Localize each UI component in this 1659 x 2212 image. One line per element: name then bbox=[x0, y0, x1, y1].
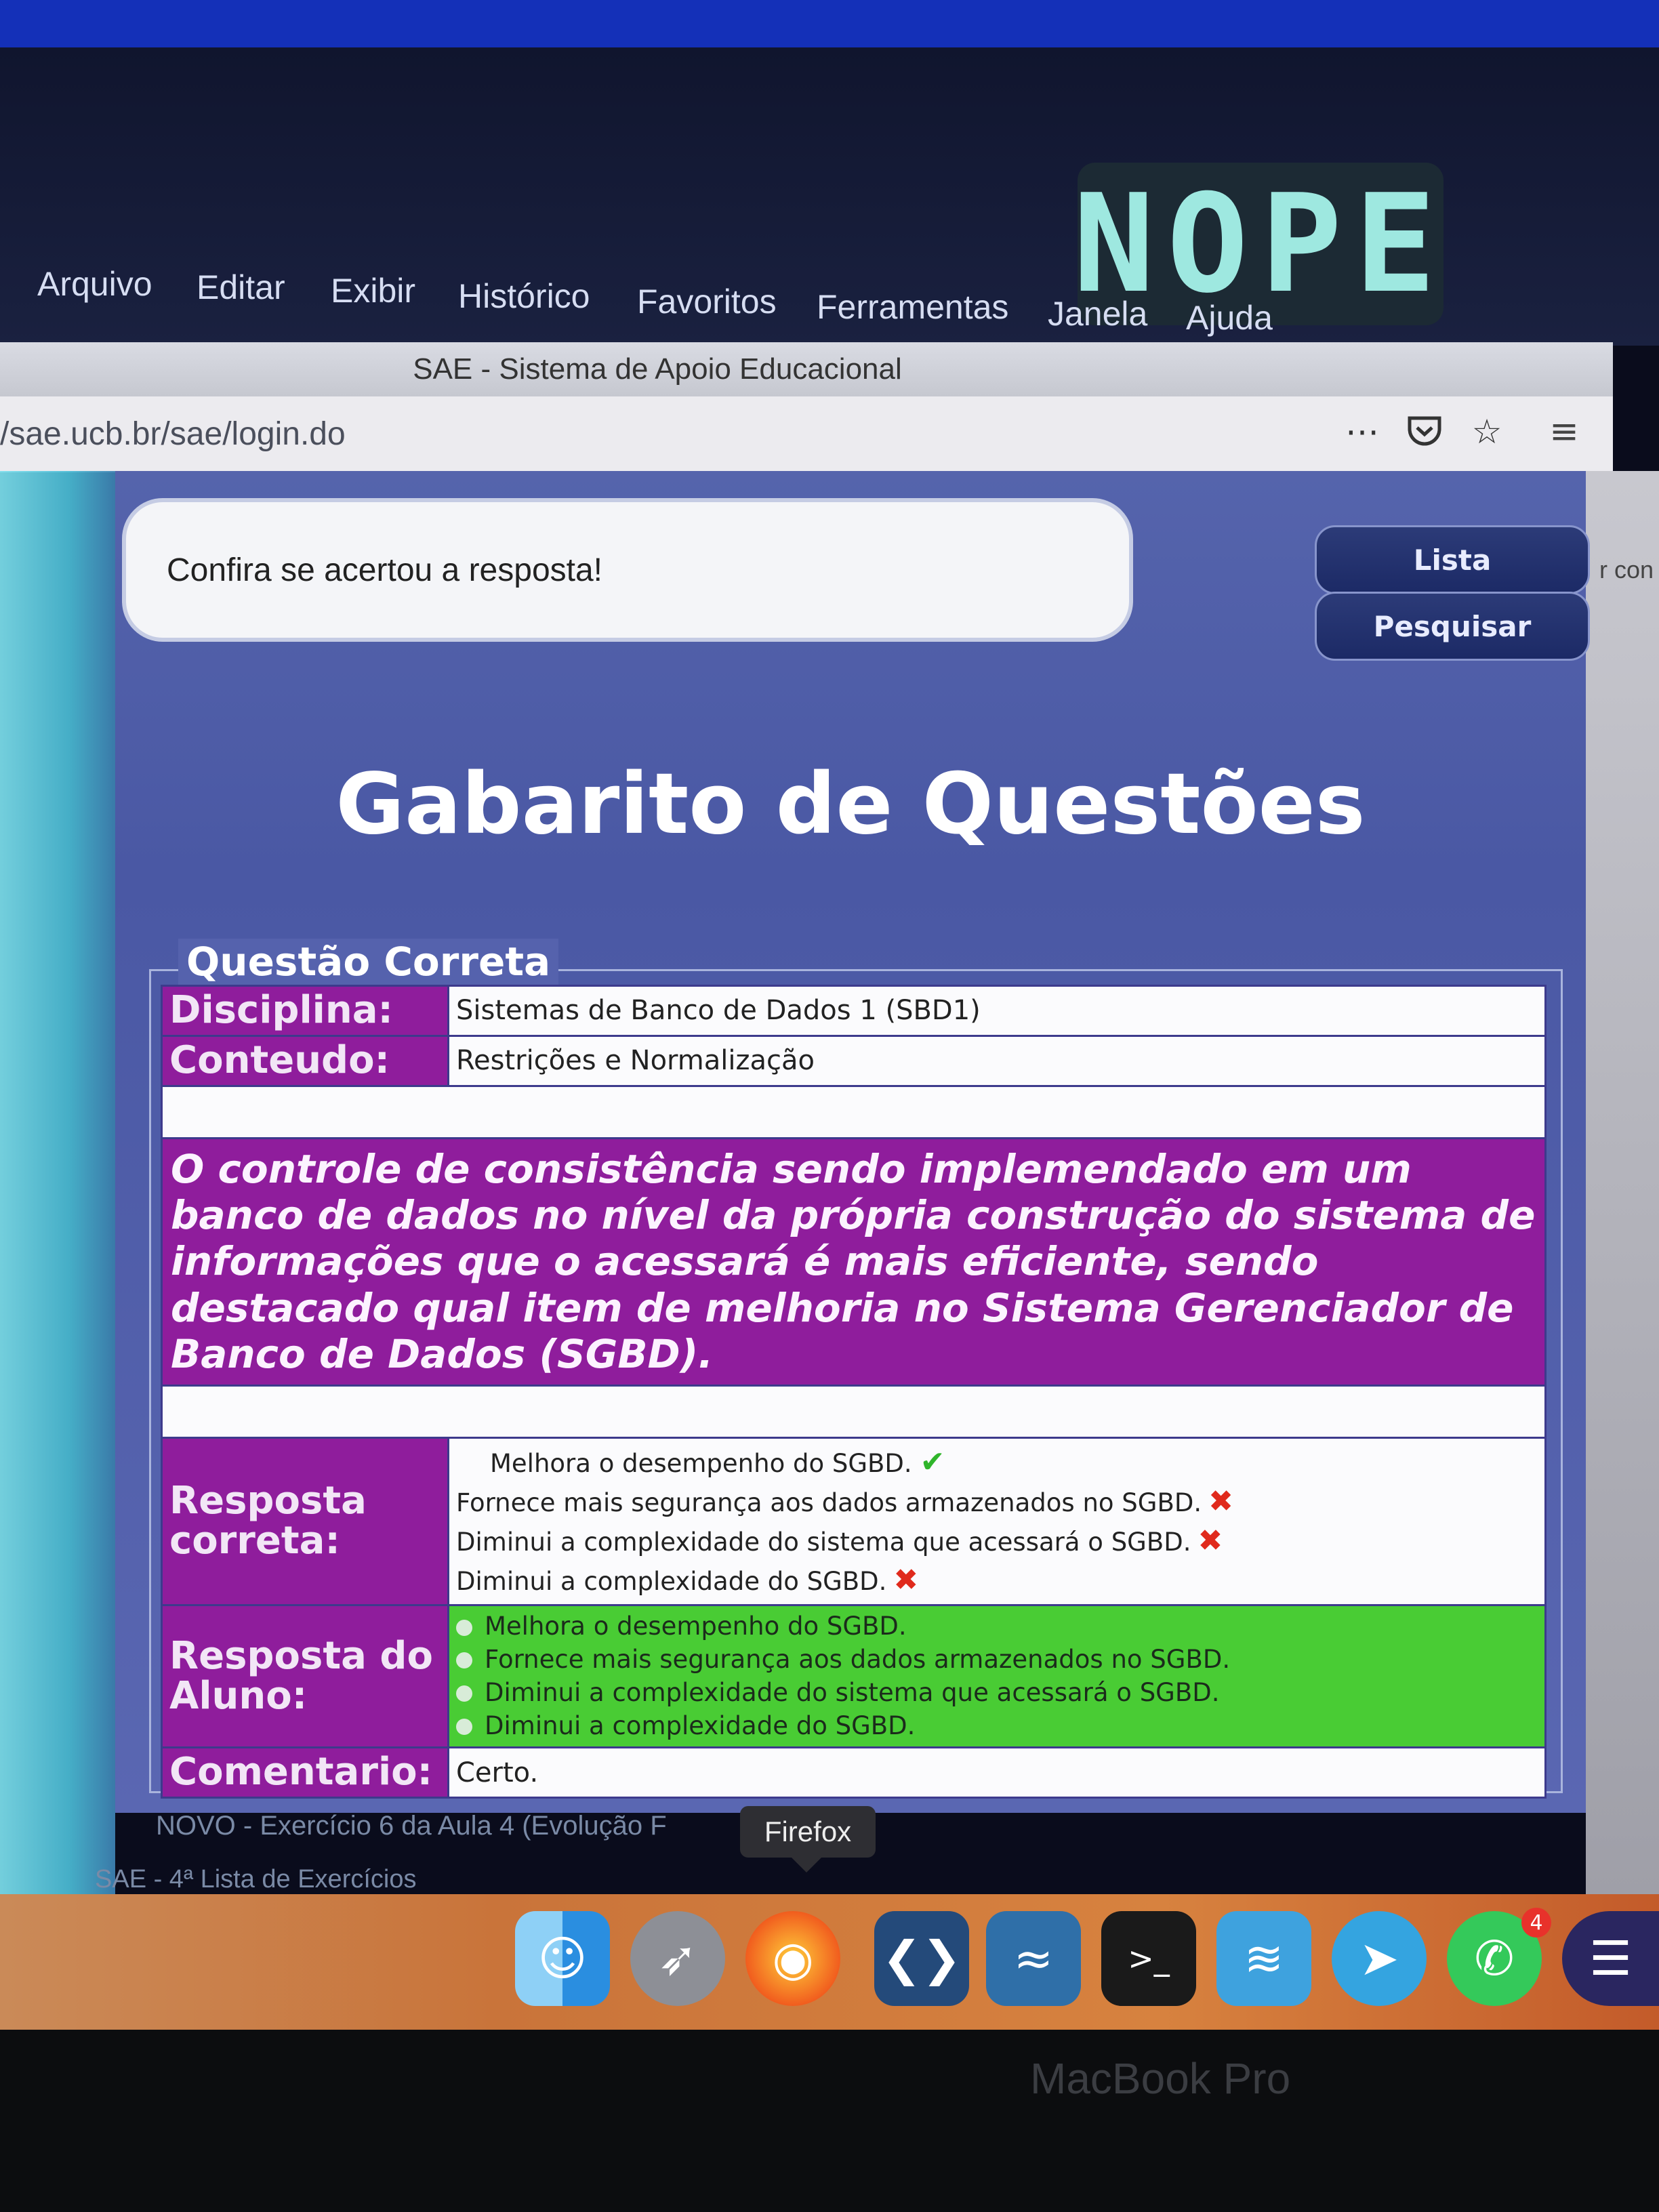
student-option-4[interactable]: Diminui a complexidade do SGBD. bbox=[456, 1710, 915, 1743]
telegram-icon[interactable]: ➤ bbox=[1332, 1911, 1427, 2006]
pocket-icon[interactable] bbox=[1404, 411, 1445, 452]
lista-button[interactable]: Lista bbox=[1315, 525, 1590, 594]
option-text: Melhora o desempenho do SGBD. bbox=[485, 1612, 907, 1641]
table-row: Disciplina: Sistemas de Banco de Dados 1… bbox=[161, 985, 1547, 1037]
question-table: Disciplina: Sistemas de Banco de Dados 1… bbox=[161, 985, 1547, 1799]
correct-answer-label: Resposta correta: bbox=[161, 1436, 449, 1607]
disciplina-value: Sistemas de Banco de Dados 1 (SBD1) bbox=[447, 985, 1547, 1037]
student-option-2[interactable]: Fornece mais segurança aos dados armazen… bbox=[456, 1643, 1230, 1677]
page-content: Confira se acertou a resposta! Lista Pes… bbox=[115, 471, 1590, 1813]
laptop-bezel bbox=[0, 2030, 1659, 2212]
menu-janela[interactable]: Janela bbox=[1048, 294, 1147, 333]
cross-icon: ✖ bbox=[1197, 1523, 1223, 1558]
disciplina-label: Disciplina: bbox=[161, 985, 449, 1037]
option-text: Fornece mais segurança aos dados armazen… bbox=[485, 1644, 1231, 1674]
table-row bbox=[161, 1384, 1547, 1439]
docker-icon[interactable]: ≋ bbox=[1216, 1911, 1311, 2006]
menu-ajuda[interactable]: Ajuda bbox=[1186, 298, 1273, 337]
radio-icon[interactable] bbox=[456, 1685, 472, 1702]
conteudo-label: Conteudo: bbox=[161, 1034, 449, 1087]
table-row: Resposta correta: Melhora o desempenho d… bbox=[161, 1436, 1547, 1607]
check-icon: ✔ bbox=[920, 1444, 945, 1479]
bookmark-star-icon[interactable]: ☆ bbox=[1467, 411, 1507, 452]
finder-icon[interactable]: ☺ bbox=[515, 1911, 610, 2006]
table-row: Resposta do Aluno: Melhora o desempenho … bbox=[161, 1604, 1547, 1749]
student-option-1[interactable]: Melhora o desempenho do SGBD. bbox=[456, 1610, 907, 1643]
student-option-3[interactable]: Diminui a complexidade do sistema que ac… bbox=[456, 1677, 1220, 1710]
screen-top-bar bbox=[0, 0, 1659, 47]
url-bar[interactable]: /sae.ucb.br/sae/login.do ⋯ ☆ ≡ bbox=[0, 396, 1613, 472]
correct-option-2: Fornece mais segurança aos dados armazen… bbox=[456, 1482, 1233, 1521]
menu-favoritos[interactable]: Favoritos bbox=[637, 282, 777, 321]
radio-icon[interactable] bbox=[456, 1652, 472, 1669]
dock: ☺ ➶ ◉ ❮❯ ≈ >_ ≋ ➤ ✆ 4 ☰ bbox=[0, 1894, 1659, 2030]
comment-label: Comentario: bbox=[161, 1746, 449, 1799]
menu-arquivo[interactable]: Arquivo bbox=[37, 264, 152, 304]
comment-value: Certo. bbox=[447, 1746, 1547, 1799]
vscode-icon[interactable]: ❮❯ bbox=[874, 1911, 969, 2006]
radio-icon[interactable] bbox=[456, 1619, 472, 1636]
whatsapp-badge: 4 bbox=[1521, 1908, 1551, 1938]
message-text: Confira se acertou a resposta! bbox=[167, 552, 603, 588]
student-answer-cell: Melhora o desempenho do SGBD. Fornece ma… bbox=[447, 1604, 1547, 1749]
spacer-cell bbox=[161, 1384, 1547, 1439]
table-row bbox=[161, 1084, 1547, 1139]
correct-answer-cell: Melhora o desempenho do SGBD. ✔ Fornece m… bbox=[447, 1436, 1547, 1607]
launchpad-icon[interactable]: ➶ bbox=[630, 1911, 725, 2006]
url-text[interactable]: /sae.ucb.br/sae/login.do bbox=[0, 415, 346, 453]
option-text: Diminui a complexidade do SGBD. bbox=[485, 1711, 916, 1740]
table-row: Comentario: Certo. bbox=[161, 1746, 1547, 1799]
correct-option-4: Diminui a complexidade do SGBD. ✖ bbox=[456, 1561, 918, 1600]
cross-icon: ✖ bbox=[893, 1563, 919, 1598]
right-edge-text: r con bbox=[1599, 556, 1654, 583]
option-text: Fornece mais segurança aos dados armazen… bbox=[456, 1488, 1202, 1517]
mysql-workbench-icon[interactable]: ≈ bbox=[986, 1911, 1081, 2006]
spacer-cell bbox=[161, 1084, 1547, 1139]
option-text: Diminui a complexidade do SGBD. bbox=[456, 1567, 887, 1597]
question-text: O controle de consistência sendo impleme… bbox=[161, 1136, 1547, 1387]
browser-title-bar: SAE - Sistema de Apoio Educacional bbox=[0, 342, 1613, 396]
list-item-exercise[interactable]: NOVO - Exercício 6 da Aula 4 (Evolução F bbox=[156, 1811, 667, 1841]
correct-option-1: Melhora o desempenho do SGBD. ✔ bbox=[456, 1443, 945, 1482]
table-row: O controle de consistência sendo impleme… bbox=[161, 1136, 1547, 1387]
menu-editar[interactable]: Editar bbox=[197, 268, 285, 307]
eclipse-icon[interactable]: ☰ bbox=[1562, 1911, 1659, 2006]
page-title: Gabarito de Questões bbox=[335, 756, 1366, 853]
window-title: SAE - Sistema de Apoio Educacional bbox=[413, 352, 902, 386]
table-row: Conteudo: Restrições e Normalização bbox=[161, 1034, 1547, 1087]
terminal-icon[interactable]: >_ bbox=[1101, 1911, 1196, 2006]
conteudo-value: Restrições e Normalização bbox=[447, 1034, 1547, 1087]
pesquisar-button[interactable]: Pesquisar bbox=[1315, 592, 1590, 661]
left-background-blur bbox=[0, 471, 115, 1894]
more-icon[interactable]: ⋯ bbox=[1342, 411, 1382, 452]
list-item-exercise-list[interactable]: SAE - 4ª Lista de Exercícios bbox=[95, 1865, 416, 1894]
macbook-label: MacBook Pro bbox=[1030, 2054, 1291, 2103]
correct-option-3: Diminui a complexidade do sistema que ac… bbox=[456, 1521, 1223, 1561]
student-answer-label: Resposta do Aluno: bbox=[161, 1604, 449, 1749]
firefox-icon[interactable]: ◉ bbox=[745, 1911, 840, 2006]
dock-tooltip: Firefox bbox=[740, 1806, 876, 1858]
option-text: Diminui a complexidade do sistema que ac… bbox=[485, 1677, 1220, 1707]
menu-historico[interactable]: Histórico bbox=[458, 276, 590, 316]
menu-exibir[interactable]: Exibir bbox=[331, 271, 415, 310]
option-text: Diminui a complexidade do sistema que ac… bbox=[456, 1527, 1191, 1557]
right-background-window: r con bbox=[1586, 471, 1659, 1894]
radio-icon[interactable] bbox=[456, 1719, 472, 1736]
menu-ferramentas[interactable]: Ferramentas bbox=[817, 287, 1008, 327]
message-box: Confira se acertou a resposta! bbox=[122, 498, 1133, 642]
question-fieldset: Questão Correta Disciplina: Sistemas de … bbox=[149, 939, 1563, 1799]
cross-icon: ✖ bbox=[1208, 1483, 1233, 1519]
fieldset-legend: Questão Correta bbox=[178, 939, 559, 985]
hamburger-menu-icon[interactable]: ≡ bbox=[1544, 411, 1584, 452]
tooltip-arrow bbox=[792, 1858, 821, 1872]
option-text: Melhora o desempenho do SGBD. bbox=[490, 1448, 912, 1478]
